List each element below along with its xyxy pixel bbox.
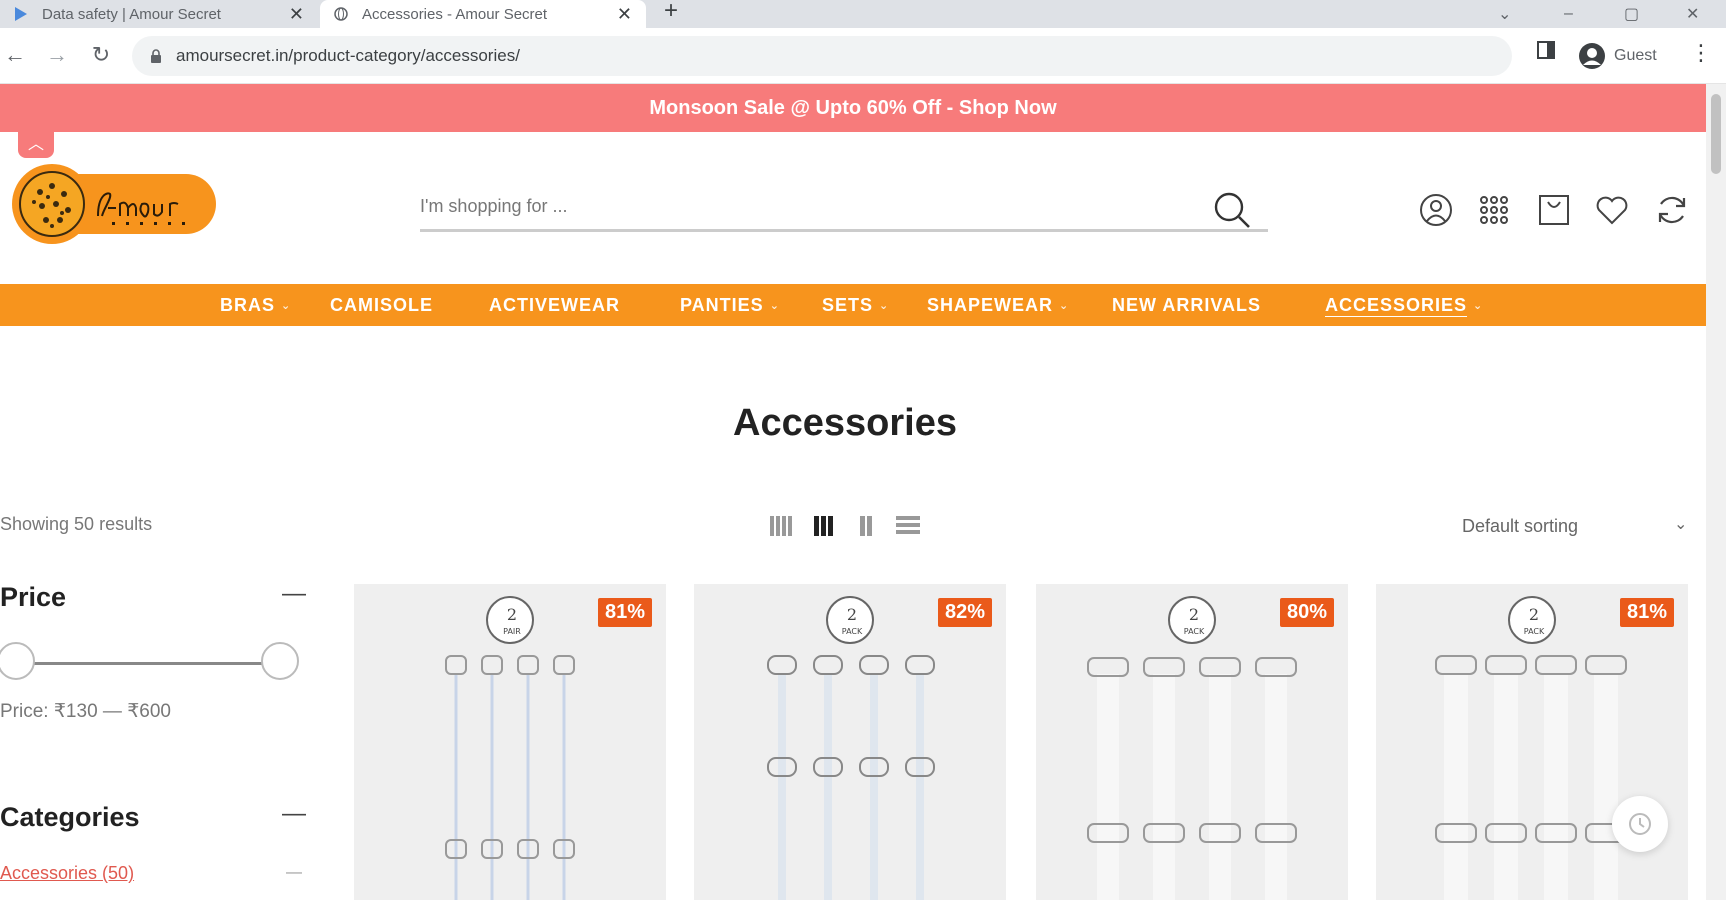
web-page: Monsoon Sale @ Upto 60% Off - Shop Now ︿… bbox=[0, 84, 1706, 900]
globe-icon bbox=[332, 5, 350, 23]
chat-icon bbox=[1629, 813, 1651, 835]
side-panel-icon[interactable] bbox=[1536, 40, 1556, 60]
scroll-to-top-button[interactable]: ︿ bbox=[18, 126, 54, 158]
view-switcher bbox=[768, 512, 936, 540]
nav-label: SETS bbox=[822, 294, 874, 315]
nav-item-shapewear[interactable]: SHAPEWEAR ⌄ bbox=[927, 284, 1069, 326]
nav-item-activewear[interactable]: ACTIVEWEAR bbox=[489, 284, 620, 326]
page-scrollbar[interactable] bbox=[1706, 84, 1726, 900]
window-close-icon[interactable]: ✕ bbox=[1686, 0, 1699, 28]
chevron-down-icon: ⌄ bbox=[879, 299, 890, 312]
wishlist-heart-icon[interactable] bbox=[1594, 192, 1630, 228]
categories-collapse-toggle[interactable]: — bbox=[282, 800, 306, 828]
product-card[interactable]: 2 PACK 81% bbox=[1376, 584, 1688, 900]
browser-menu-icon[interactable]: ⋮ bbox=[1690, 40, 1712, 66]
cart-icon[interactable] bbox=[1536, 192, 1572, 228]
price-slider-track[interactable] bbox=[16, 662, 280, 665]
product-card[interactable]: 2 PACK 82% bbox=[694, 584, 1006, 900]
profile-avatar-icon bbox=[1579, 43, 1605, 69]
nav-item-bras[interactable]: BRAS ⌄ bbox=[220, 284, 291, 326]
scrollbar-thumb[interactable] bbox=[1711, 94, 1721, 174]
profile-label: Guest bbox=[1614, 47, 1657, 64]
browser-tab-strip: Data safety | Amour Secret ✕ Accessories… bbox=[0, 0, 1726, 28]
search-icon[interactable] bbox=[1212, 190, 1252, 230]
chevron-down-icon[interactable]: ⌄ bbox=[1674, 514, 1687, 534]
search-input[interactable] bbox=[420, 184, 1200, 228]
chevron-up-icon: ︿ bbox=[27, 136, 44, 153]
chevron-down-icon: ⌄ bbox=[281, 299, 292, 312]
nav-item-camisole[interactable]: CAMISOLE bbox=[330, 284, 433, 326]
product-card[interactable]: 2 PACK 80% bbox=[1036, 584, 1348, 900]
nav-label: BRAS bbox=[220, 294, 276, 315]
product-card[interactable]: 2 PAIR 81% bbox=[354, 584, 666, 900]
page-title: Accessories bbox=[733, 402, 957, 444]
product-image bbox=[445, 655, 575, 900]
play-store-icon bbox=[12, 5, 30, 23]
grid-4-columns-icon[interactable] bbox=[852, 512, 880, 540]
grid-3-columns-icon[interactable] bbox=[810, 512, 838, 540]
nav-item-sets[interactable]: SETS ⌄ bbox=[822, 284, 889, 326]
account-icon[interactable] bbox=[1418, 192, 1454, 228]
sort-select[interactable]: Default sorting bbox=[1462, 516, 1578, 537]
price-slider-min-handle[interactable] bbox=[0, 642, 35, 680]
chevron-down-icon: ⌄ bbox=[1059, 299, 1070, 312]
chevron-down-icon: ⌄ bbox=[769, 299, 780, 312]
promo-banner[interactable]: Monsoon Sale @ Upto 60% Off - Shop Now bbox=[0, 84, 1706, 132]
price-slider-max-handle[interactable] bbox=[261, 642, 299, 680]
reload-icon[interactable]: ↻ bbox=[88, 42, 114, 68]
chevron-down-icon: ⌄ bbox=[1473, 299, 1484, 312]
nav-label: CAMISOLE bbox=[330, 294, 434, 315]
compare-icon[interactable] bbox=[1654, 192, 1690, 228]
nav-label: SHAPEWEAR bbox=[927, 294, 1054, 315]
price-filter-title: Price bbox=[0, 582, 67, 612]
category-count: (50) bbox=[102, 863, 135, 883]
nav-item-panties[interactable]: PANTIES ⌄ bbox=[680, 284, 780, 326]
nav-label: PANTIES bbox=[680, 294, 764, 315]
product-search bbox=[420, 184, 1268, 232]
lock-icon bbox=[151, 49, 161, 63]
browser-tab[interactable]: Data safety | Amour Secret ✕ bbox=[0, 0, 318, 28]
back-icon[interactable]: ← bbox=[2, 42, 28, 68]
nav-label: NEW ARRIVALS bbox=[1112, 294, 1261, 315]
main-navigation: BRAS ⌄ CAMISOLE ACTIVEWEAR PANTIES ⌄ SETS ⌄… bbox=[0, 284, 1706, 326]
browser-tab-active[interactable]: Accessories - Amour Secret ✕ bbox=[320, 0, 646, 28]
maximize-icon[interactable]: ▢ bbox=[1624, 0, 1639, 28]
new-tab-icon[interactable]: + bbox=[664, 0, 678, 23]
grid-2-columns-icon[interactable] bbox=[768, 512, 796, 540]
tab-title: Accessories - Amour Secret bbox=[362, 5, 548, 23]
profile-button[interactable]: Guest bbox=[1574, 38, 1670, 74]
nav-label: ACCESSORIES bbox=[1325, 294, 1468, 315]
price-collapse-toggle[interactable]: — bbox=[282, 580, 306, 608]
support-chat-button[interactable] bbox=[1612, 796, 1668, 852]
nav-label: ACTIVEWEAR bbox=[489, 294, 620, 315]
browser-toolbar: ← → ↻ amoursecret.in/product-category/ac… bbox=[0, 28, 1726, 84]
categories-filter-title: Categories bbox=[0, 802, 140, 832]
product-image bbox=[1435, 655, 1627, 900]
product-image bbox=[767, 655, 935, 900]
price-range-label: Price: ₹130 — ₹600 bbox=[0, 701, 171, 722]
nav-item-accessories[interactable]: ACCESSORIES ⌄ bbox=[1325, 284, 1483, 326]
site-logo[interactable] bbox=[12, 164, 218, 244]
forward-icon[interactable]: → bbox=[44, 42, 70, 68]
tab-search-icon[interactable]: ⌄ bbox=[1498, 0, 1511, 28]
list-view-icon[interactable] bbox=[894, 512, 922, 540]
minimize-icon[interactable]: – bbox=[1564, 0, 1573, 28]
category-name: Accessories bbox=[0, 863, 98, 883]
address-bar[interactable]: amoursecret.in/product-category/accessor… bbox=[132, 36, 1512, 76]
nav-item-new-arrivals[interactable]: NEW ARRIVALS bbox=[1112, 284, 1261, 326]
category-expand-icon[interactable]: — bbox=[286, 864, 302, 882]
category-link-accessories[interactable]: Accessories (50) bbox=[0, 863, 134, 884]
url-text: amoursecret.in/product-category/accessor… bbox=[176, 46, 520, 65]
grid-menu-icon[interactable] bbox=[1476, 192, 1512, 228]
results-count: Showing 50 results bbox=[0, 514, 153, 534]
close-tab-icon[interactable]: ✕ bbox=[289, 4, 304, 25]
close-tab-icon[interactable]: ✕ bbox=[617, 4, 632, 25]
product-image bbox=[1087, 657, 1297, 900]
tab-title: Data safety | Amour Secret bbox=[42, 5, 221, 23]
